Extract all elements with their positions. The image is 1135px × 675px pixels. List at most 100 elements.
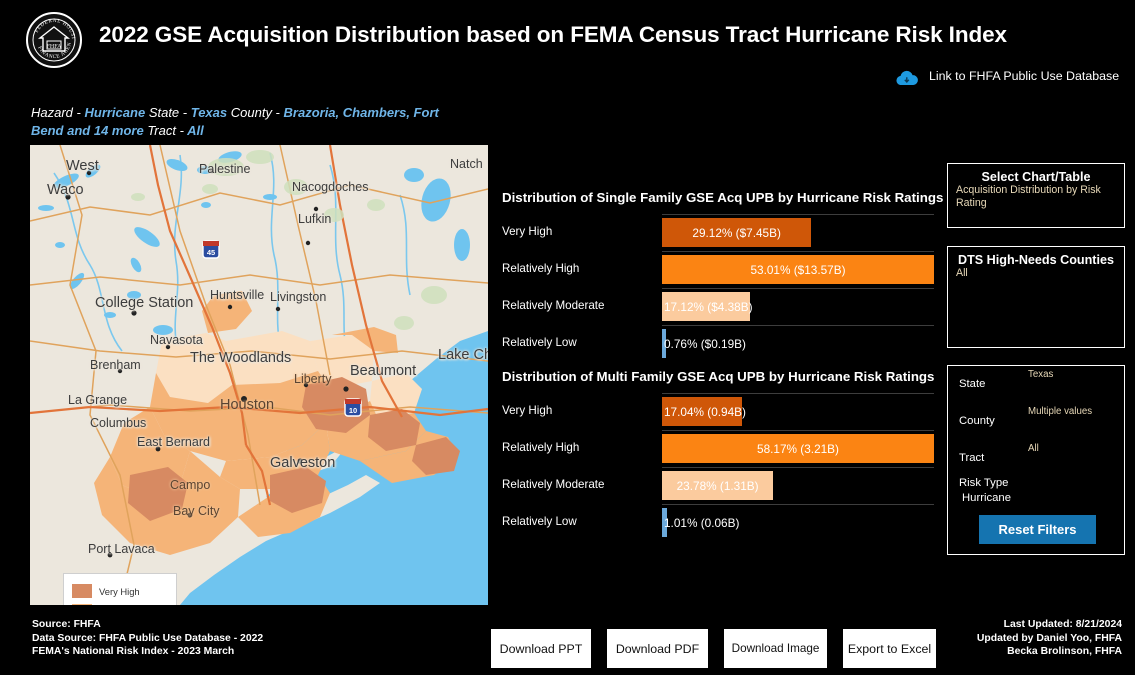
filters-panel: State Texas County Multiple values Tract…: [947, 365, 1125, 555]
updated-by-1: Updated by Daniel Yoo, FHFA: [976, 632, 1122, 644]
filter-label-tract: Tract: [959, 452, 985, 464]
bar-relatively-moderate[interactable]: 23.78% (1.31B): [662, 471, 774, 500]
fhfa-seal-logo: FHFA FEDERAL HOUSING FINANCE AGENCY: [25, 11, 83, 69]
legend-swatch-relatively-high: [72, 604, 92, 605]
row-divider: [662, 467, 934, 468]
bar-relatively-moderate[interactable]: 17.12% ($4.38B): [662, 292, 753, 321]
filter-value-state[interactable]: Texas: [1028, 369, 1053, 380]
bar-very-high[interactable]: 17.04% (0.94B): [662, 397, 746, 426]
bar-value-label: 1.01% (0.06B): [664, 515, 740, 530]
last-updated-date: Last Updated: 8/21/2024: [1003, 619, 1122, 630]
bar-category-label: Relatively Moderate: [502, 478, 605, 491]
bar-value-label: 0.76% ($0.19B): [664, 336, 746, 351]
bar-category-label: Relatively High: [502, 262, 580, 275]
bar-track: 17.12% ($4.38B): [662, 292, 934, 321]
filter-row-county[interactable]: County Multiple values: [948, 403, 1124, 440]
bar-row[interactable]: Very High 29.12% ($7.45B): [502, 214, 934, 251]
bar-track: 29.12% ($7.45B): [662, 218, 934, 247]
row-divider: [662, 251, 934, 252]
row-divider: [662, 288, 934, 289]
svg-text:45: 45: [207, 248, 215, 257]
legend-item: Relatively High: [72, 601, 170, 605]
bar-category-label: Relatively Low: [502, 515, 577, 528]
filter-value-county[interactable]: Multiple values: [1028, 406, 1092, 417]
map-legend: Very High Relatively High Relatively Mod…: [63, 573, 177, 605]
filter-label-risk-type: Risk Type: [959, 477, 1009, 489]
county-label: County -: [230, 105, 280, 120]
source-line-3: FEMA's National Risk Index - 2023 March: [32, 646, 235, 657]
download-pdf-button[interactable]: Download PDF: [607, 629, 708, 668]
bar-value-label: 17.12% ($4.38B): [664, 299, 753, 314]
select-chart-table-panel[interactable]: Select Chart/Table Acquisition Distribut…: [947, 163, 1125, 228]
select-chart-table-selected[interactable]: Acquisition Distribution by Risk Rating: [956, 184, 1116, 210]
filter-label-county: County: [959, 415, 995, 427]
state-label: State -: [148, 105, 188, 120]
bar-category-label: Relatively Moderate: [502, 299, 605, 312]
bar-row[interactable]: Relatively High 53.01% ($13.57B): [502, 251, 934, 288]
bar-track: 0.76% ($0.19B): [662, 329, 934, 358]
legend-label: Very High: [99, 585, 140, 597]
filter-value-risk-type[interactable]: Hurricane: [962, 492, 1011, 504]
reset-filters-button[interactable]: Reset Filters: [979, 515, 1096, 544]
bar-row[interactable]: Relatively High 58.17% (3.21B): [502, 430, 934, 467]
legend-swatch-very-high: [72, 584, 92, 598]
tract-label: Tract -: [147, 123, 184, 138]
last-updated-notes: Last Updated: 8/21/2024 Updated by Danie…: [977, 618, 1122, 659]
bar-value-label: 58.17% (3.21B): [757, 441, 839, 456]
bar-row[interactable]: Relatively Moderate 17.12% ($4.38B): [502, 288, 934, 325]
download-buttons: Download PPT Download PDF Download Image…: [491, 629, 936, 668]
bar-category-label: Relatively Low: [502, 336, 577, 349]
bar-category-label: Relatively High: [502, 441, 580, 454]
source-notes: Source: FHFA Data Source: FHFA Public Us…: [32, 618, 263, 659]
download-ppt-button[interactable]: Download PPT: [491, 629, 591, 668]
filter-value-tract[interactable]: All: [1028, 443, 1039, 454]
row-divider: [662, 214, 934, 215]
bar-relatively-high[interactable]: 58.17% (3.21B): [662, 434, 934, 463]
bar-row[interactable]: Very High 17.04% (0.94B): [502, 393, 934, 430]
bar-value-label: 23.78% (1.31B): [676, 478, 759, 493]
bar-value-label: 53.01% ($13.57B): [750, 262, 846, 277]
updated-by-2: Becka Brolinson, FHFA: [1007, 646, 1122, 657]
tract-value: All: [187, 123, 204, 138]
download-image-button[interactable]: Download Image: [724, 629, 827, 668]
export-to-excel-button[interactable]: Export to Excel: [843, 629, 936, 668]
public-use-database-link[interactable]: Link to FHFA Public Use Database: [893, 68, 1133, 90]
bar-relatively-high[interactable]: 53.01% ($13.57B): [662, 255, 934, 284]
page-title: 2022 GSE Acquisition Distribution based …: [99, 22, 1007, 47]
bar-very-high[interactable]: 29.12% ($7.45B): [662, 218, 812, 247]
bar-relatively-low[interactable]: 0.76% ($0.19B): [662, 329, 746, 358]
hazard-value: Hurricane: [84, 105, 146, 120]
chart-single-family: Distribution of Single Family GSE Acq UP…: [502, 190, 943, 362]
bar-row[interactable]: Relatively Low 0.76% ($0.19B): [502, 325, 934, 362]
source-line-1: Source: FHFA: [32, 619, 101, 630]
filter-row-risk-type[interactable]: Risk Type Hurricane: [948, 477, 1124, 511]
filter-row-tract[interactable]: Tract All: [948, 440, 1124, 477]
chart-multi-family: Distribution of Multi Family GSE Acq UPB…: [502, 369, 934, 541]
dts-panel-selected[interactable]: All: [956, 267, 1116, 280]
bar-relatively-low[interactable]: 1.01% (0.06B): [662, 508, 739, 537]
cloud-download-icon: [893, 70, 921, 88]
filter-row-state[interactable]: State Texas: [948, 366, 1124, 403]
bar-track: 23.78% (1.31B): [662, 471, 934, 500]
svg-text:FHFA: FHFA: [47, 44, 63, 50]
row-divider: [662, 504, 934, 505]
state-value: Texas: [190, 105, 228, 120]
filter-label-state: State: [959, 378, 986, 390]
choropleth-map[interactable]: 45 10 West Palestine Natch Waco Nacogdoc…: [30, 145, 488, 605]
svg-text:10: 10: [349, 406, 357, 415]
bar-value-label: 17.04% (0.94B): [664, 404, 746, 419]
row-divider: [662, 325, 934, 326]
dts-panel-title: DTS High-Needs Counties: [957, 253, 1115, 267]
row-divider: [662, 393, 934, 394]
bar-value-label: 29.12% ($7.45B): [692, 225, 781, 240]
dts-high-needs-counties-panel[interactable]: DTS High-Needs Counties All: [947, 246, 1125, 348]
chart-title: Distribution of Multi Family GSE Acq UPB…: [502, 369, 935, 384]
bar-row[interactable]: Relatively Moderate 23.78% (1.31B): [502, 467, 934, 504]
bar-track: 58.17% (3.21B): [662, 434, 934, 463]
bar-row[interactable]: Relatively Low 1.01% (0.06B): [502, 504, 934, 541]
row-divider: [662, 430, 934, 431]
bar-track: 53.01% ($13.57B): [662, 255, 934, 284]
filters-summary: Hazard - Hurricane State - Texas County …: [31, 104, 461, 140]
public-use-database-link-label: Link to FHFA Public Use Database: [929, 69, 1120, 83]
bar-category-label: Very High: [502, 404, 553, 417]
